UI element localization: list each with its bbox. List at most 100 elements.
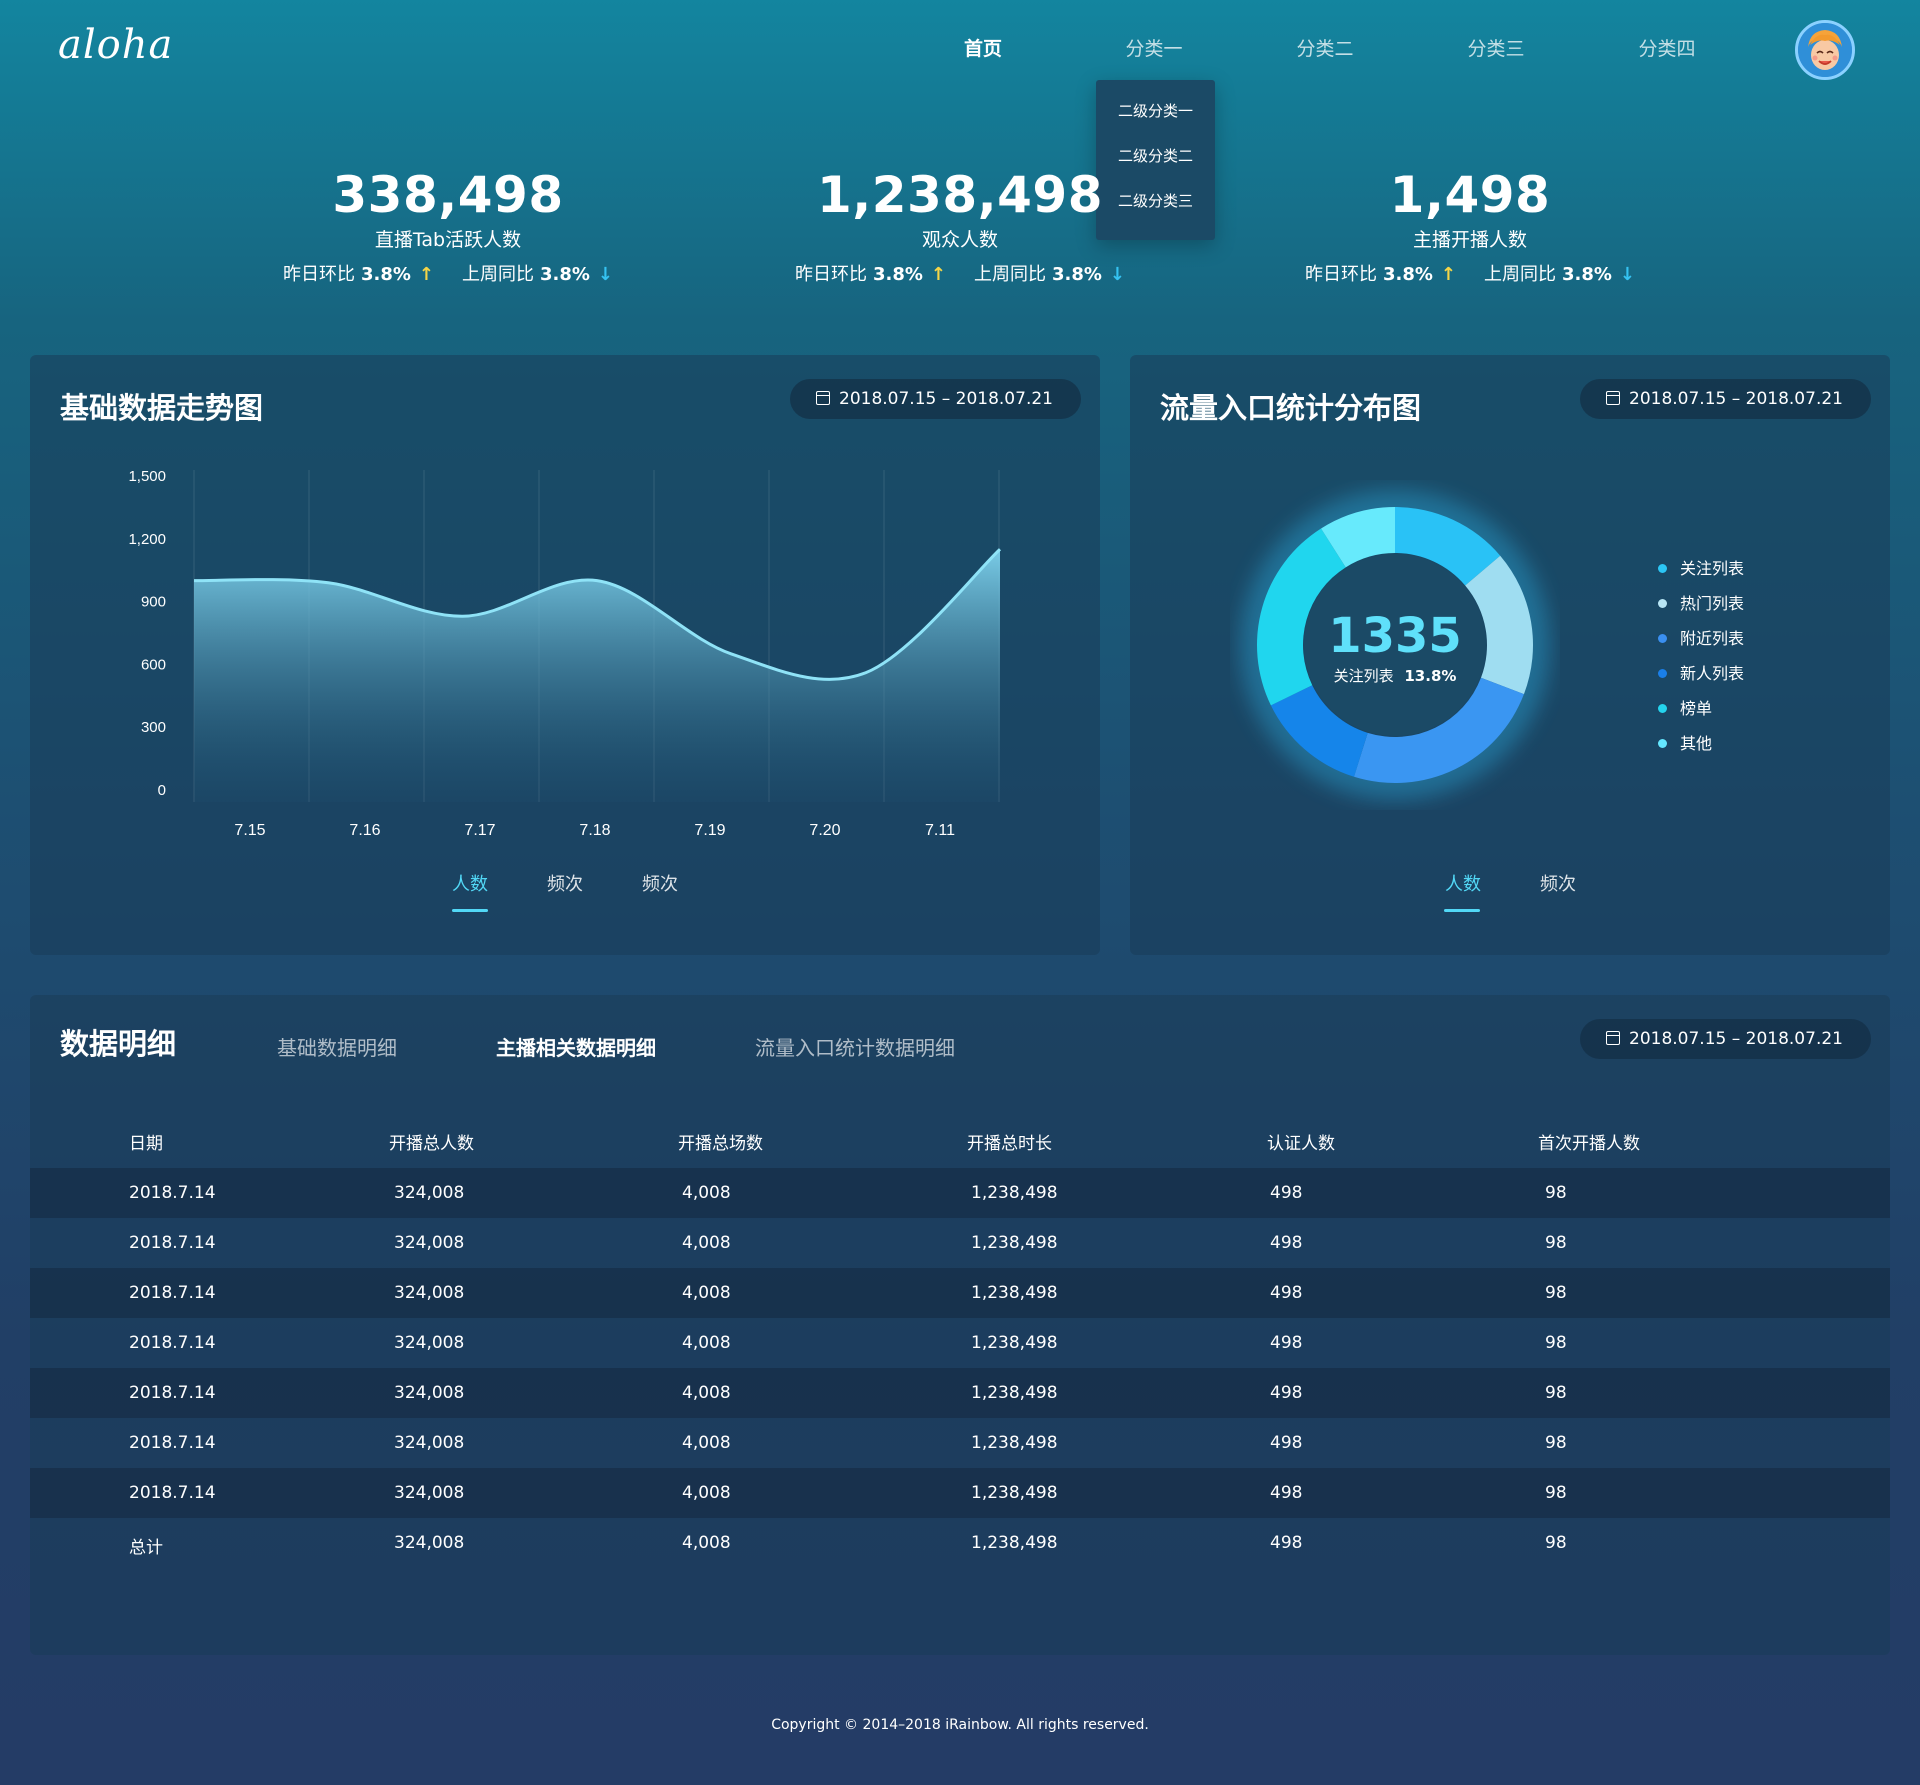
table-cell: 98 (1545, 1233, 1567, 1253)
nav-item-category-4[interactable]: 分类四 (1638, 34, 1695, 61)
donut-center-percent: 13.8% (1404, 667, 1457, 685)
column-header-date: 日期 (129, 1134, 163, 1154)
tab-basic-detail[interactable]: 基础数据明细 (277, 1032, 397, 1061)
table-row-total: 总计 324,008 4,008 1,238,498 498 98 (30, 1518, 1890, 1568)
table-cell: 498 (1270, 1533, 1303, 1553)
table-cell: 1,238,498 (971, 1533, 1058, 1553)
footer-copyright: Copyright © 2014–2018 iRainbow. All righ… (771, 1717, 1149, 1733)
trend-tab-frequency[interactable]: 频次 (547, 870, 583, 896)
table-cell: 4,008 (682, 1183, 731, 1203)
x-tick-label: 7.11 (925, 822, 955, 839)
y-tick-label: 300 (141, 719, 166, 736)
nav-item-category-3[interactable]: 分类三 (1467, 34, 1524, 61)
legend-item[interactable]: 关注列表 (1658, 555, 1744, 579)
legend-item[interactable]: 新人列表 (1658, 660, 1744, 684)
table-cell: 98 (1545, 1483, 1567, 1503)
x-tick-label: 7.18 (579, 822, 610, 839)
traffic-tab-people[interactable]: 人数 (1445, 870, 1481, 896)
week-compare-value: 3.8% (1562, 264, 1612, 285)
x-tick-label: 7.19 (694, 822, 725, 839)
week-compare-label: 上周同比 (974, 264, 1046, 285)
dropdown-item-sub-1[interactable]: 二级分类一 (1096, 102, 1215, 147)
x-tick-label: 7.16 (349, 822, 380, 839)
detail-date-range[interactable]: 2018.07.15 – 2018.07.21 (1580, 1019, 1871, 1059)
table-row: 2018.7.14 324,008 4,008 1,238,498 498 98 (30, 1418, 1890, 1468)
y-tick-label: 900 (141, 594, 166, 611)
user-avatar[interactable] (1795, 20, 1855, 80)
table-row: 2018.7.14 324,008 4,008 1,238,498 498 98 (30, 1168, 1890, 1218)
table-cell: 1,238,498 (971, 1333, 1058, 1353)
table-cell: 98 (1545, 1533, 1567, 1553)
traffic-date-range[interactable]: 2018.07.15 – 2018.07.21 (1580, 379, 1871, 419)
kpi-label: 主播开播人数 (1412, 229, 1527, 251)
table-cell: 498 (1270, 1233, 1303, 1253)
kpi-value: 1,498 (1389, 166, 1551, 224)
table-cell: 324,008 (394, 1533, 465, 1553)
table-cell: 1,238,498 (971, 1183, 1058, 1203)
table-row: 2018.7.14 324,008 4,008 1,238,498 498 98 (30, 1218, 1890, 1268)
table-row: 2018.7.14 324,008 4,008 1,238,498 498 98 (30, 1368, 1890, 1418)
legend-item[interactable]: 附近列表 (1658, 625, 1744, 649)
legend-item[interactable]: 其他 (1658, 730, 1712, 754)
column-header-first-stream: 首次开播人数 (1538, 1134, 1640, 1154)
table-row: 2018.7.14 324,008 4,008 1,238,498 498 98 (30, 1318, 1890, 1368)
x-tick-label: 7.20 (809, 822, 840, 839)
nav-item-home[interactable]: 首页 (964, 34, 1002, 61)
table-cell: 324,008 (394, 1283, 465, 1303)
table-cell: 498 (1270, 1333, 1303, 1353)
table-cell: 2018.7.14 (129, 1333, 216, 1353)
legend-item[interactable]: 榜单 (1658, 695, 1712, 719)
legend-item[interactable]: 热门列表 (1658, 590, 1744, 614)
trend-tab-frequency-2[interactable]: 频次 (642, 870, 678, 896)
table-cell: 总计 (129, 1538, 163, 1558)
table-cell: 2018.7.14 (129, 1483, 216, 1503)
x-tick-label: 7.15 (234, 822, 265, 839)
x-tick-label: 7.17 (464, 822, 495, 839)
trend-tab-people[interactable]: 人数 (452, 870, 488, 896)
avatar-face-icon (1798, 23, 1852, 77)
nav-item-category-1[interactable]: 分类一 (1125, 34, 1182, 61)
table-cell: 4,008 (682, 1433, 731, 1453)
week-compare-value: 3.8% (1052, 264, 1102, 285)
legend-label: 榜单 (1680, 699, 1713, 718)
arrow-down-icon: ↓ (597, 264, 614, 285)
y-tick-label: 1,500 (128, 468, 166, 485)
table-cell: 498 (1270, 1483, 1303, 1503)
table-cell: 324,008 (394, 1233, 465, 1253)
tab-streamer-detail[interactable]: 主播相关数据明细 (496, 1032, 656, 1061)
table-cell: 324,008 (394, 1433, 465, 1453)
kpi-compare: 昨日环比 3.8% ↑ 上周同比 3.8% ↓ (148, 263, 748, 287)
arrow-down-icon: ↓ (1619, 264, 1636, 285)
day-compare-label: 昨日环比 (1304, 264, 1377, 285)
table-cell: 4,008 (682, 1333, 731, 1353)
table-cell: 498 (1270, 1183, 1303, 1203)
arrow-up-icon: ↑ (930, 264, 946, 285)
week-compare-label: 上周同比 (462, 264, 534, 285)
legend-label: 其他 (1680, 734, 1713, 753)
nav-item-category-2[interactable]: 分类二 (1296, 34, 1353, 61)
y-tick-label: 1,200 (128, 531, 166, 548)
active-tab-underline (452, 909, 488, 912)
traffic-tab-frequency[interactable]: 频次 (1540, 870, 1576, 896)
legend-label: 附近列表 (1680, 629, 1745, 648)
day-compare-label: 昨日环比 (282, 264, 355, 285)
arrow-up-icon: ↑ (418, 264, 434, 285)
legend-label: 热门列表 (1680, 594, 1745, 613)
table-cell: 324,008 (394, 1333, 465, 1353)
top-nav: 首页 分类一 分类二 分类三 分类四 (0, 34, 1920, 70)
table-cell: 4,008 (682, 1383, 731, 1403)
column-header-total-sessions: 开播总场数 (678, 1134, 763, 1154)
week-compare-value: 3.8% (540, 264, 590, 285)
table-cell: 2018.7.14 (129, 1433, 216, 1453)
date-range-text: 2018.07.15 – 2018.07.21 (1629, 389, 1843, 409)
table-cell: 2018.7.14 (129, 1383, 216, 1403)
tab-traffic-detail[interactable]: 流量入口统计数据明细 (755, 1032, 955, 1061)
y-tick-label: 600 (141, 656, 166, 673)
kpi-value: 338,498 (332, 166, 564, 224)
table-cell: 1,238,498 (971, 1283, 1058, 1303)
table-row: 2018.7.14 324,008 4,008 1,238,498 498 98 (30, 1468, 1890, 1518)
trend-area-chart: 1,500 1,200 900 600 300 0 7.15 7.16 7.17 7.18 7.19… (128, 468, 1002, 839)
calendar-icon (1606, 1031, 1620, 1045)
week-compare-label: 上周同比 (1484, 264, 1556, 285)
table-cell: 1,238,498 (971, 1233, 1058, 1253)
